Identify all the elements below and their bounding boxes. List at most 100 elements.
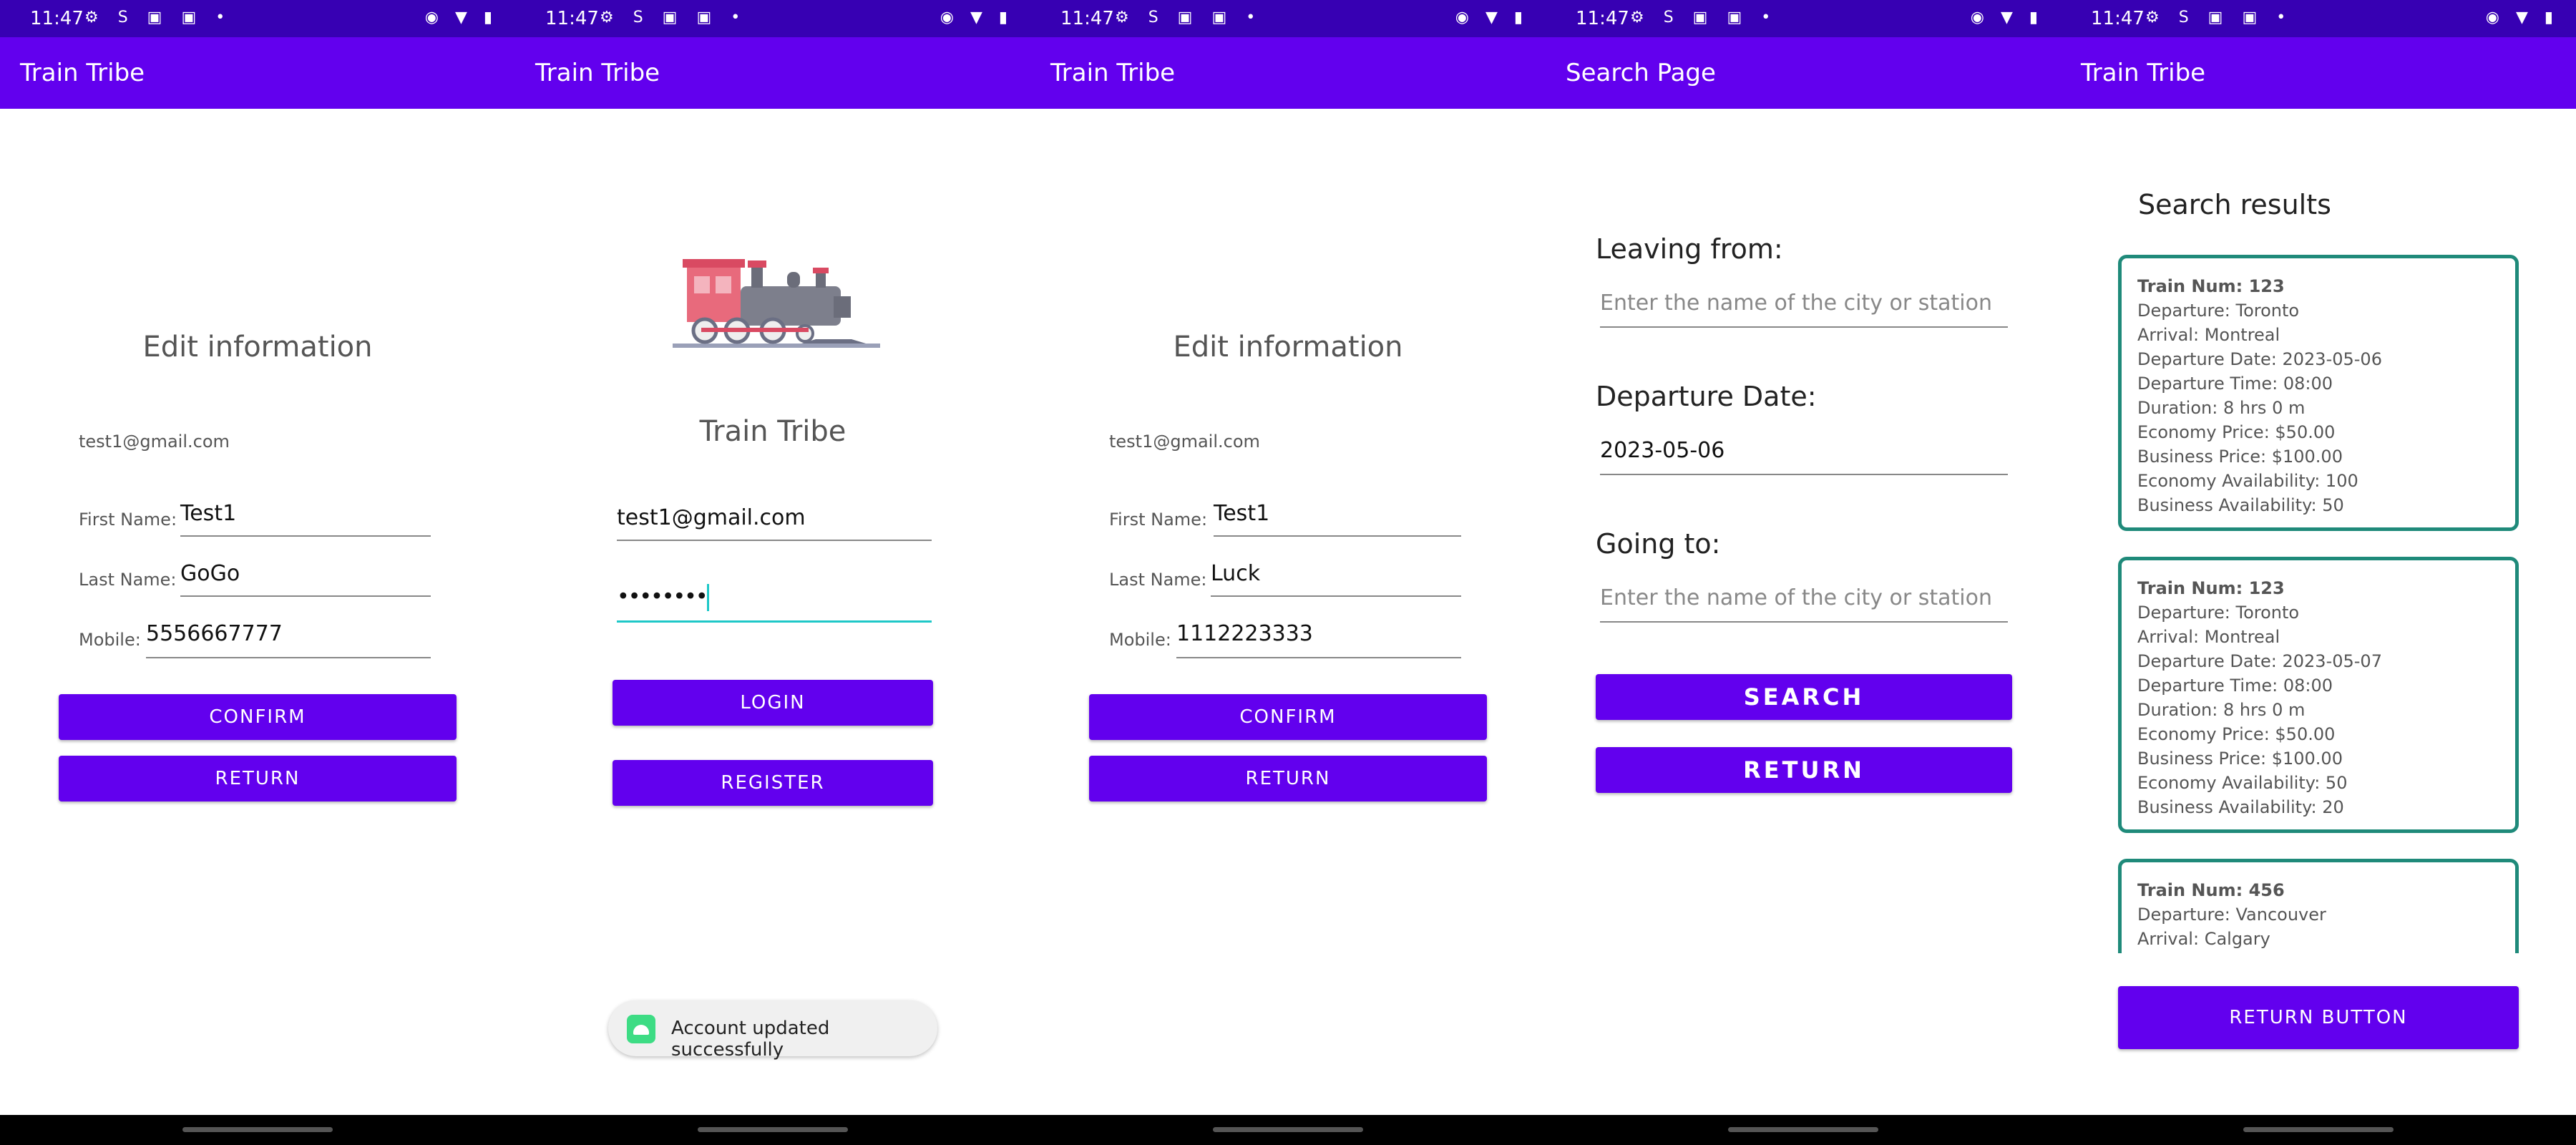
- result-line: Economy Availability: 100: [2137, 471, 2358, 491]
- system-icons: ◉ ▼ ▮: [2485, 9, 2559, 26]
- mobile-label: Mobile:: [79, 630, 141, 650]
- result-line: Business Price: $100.00: [2137, 447, 2343, 467]
- home-gesture-handle[interactable]: [2243, 1127, 2394, 1132]
- notification-icons: ⚙ S ▣ ▣ •: [600, 9, 748, 26]
- page-title: Edit information: [142, 331, 373, 364]
- home-gesture-handle[interactable]: [698, 1127, 848, 1132]
- first-name-label: First Name:: [79, 510, 177, 530]
- result-line: Departure Date: 2023-05-07: [2137, 651, 2382, 671]
- train-number: Train Num: 456: [2137, 880, 2285, 900]
- going-to-label: Going to:: [1596, 528, 1721, 560]
- first-name-label: First Name:: [1109, 510, 1208, 530]
- app-bar: Search Page: [1546, 37, 2061, 109]
- notification-icons: ⚙ S ▣ ▣ •: [1115, 9, 1263, 26]
- screen-search-results: 11:47 ⚙ S ▣ ▣ • ◉ ▼ ▮ Train Tribe Search…: [2061, 0, 2576, 1145]
- last-name-field[interactable]: Luck: [1211, 561, 1461, 597]
- confirm-button[interactable]: CONFIRM: [59, 694, 457, 740]
- screen-edit-info-1: 11:47 ⚙ S ▣ ▣ • ◉ ▼ ▮ Train Tribe Edit i…: [0, 0, 515, 1145]
- result-line: Economy Price: $50.00: [2137, 422, 2336, 442]
- register-button[interactable]: REGISTER: [613, 760, 933, 806]
- page-title: Edit information: [1173, 331, 1403, 364]
- result-line: Arrival: Montreal: [2137, 627, 2280, 647]
- result-line: Business Availability: 50: [2137, 495, 2344, 515]
- status-bar: 11:47 ⚙ S ▣ ▣ • ◉ ▼ ▮: [515, 0, 1030, 37]
- result-line: Departure: Vancouver: [2137, 905, 2326, 925]
- result-card[interactable]: Train Num: 123 Departure: Toronto Arriva…: [2118, 255, 2519, 531]
- app-title: Train Tribe: [20, 59, 145, 87]
- app-title: Train Tribe: [535, 59, 660, 87]
- search-results-heading: Search results: [2138, 189, 2331, 220]
- result-line: Departure Time: 08:00: [2137, 374, 2333, 394]
- status-time: 11:47: [545, 8, 599, 29]
- departure-date-label: Departure Date:: [1596, 381, 1817, 412]
- mobile-field[interactable]: 5556667777: [146, 621, 431, 658]
- notification-icons: ⚙ S ▣ ▣ •: [84, 9, 233, 26]
- app-bar: Train Tribe: [1030, 37, 1546, 109]
- app-bar: Train Tribe: [2061, 37, 2576, 109]
- home-gesture-handle[interactable]: [1213, 1127, 1363, 1132]
- result-line: Arrival: Calgary: [2137, 929, 2270, 949]
- status-bar: 11:47 ⚙ S ▣ ▣ • ◉ ▼ ▮: [2061, 0, 2576, 37]
- email-text: test1@gmail.com: [79, 432, 230, 452]
- nav-bar: [1546, 1115, 2061, 1145]
- first-name-field[interactable]: Test1: [180, 501, 431, 537]
- app-title: Train Tribe: [2081, 59, 2206, 87]
- leaving-from-label: Leaving from:: [1596, 233, 1783, 265]
- system-icons: ◉ ▼ ▮: [1970, 9, 2044, 26]
- home-gesture-handle[interactable]: [182, 1127, 333, 1132]
- result-line: Economy Availability: 50: [2137, 773, 2348, 793]
- android-icon: [627, 1015, 655, 1043]
- result-line: Business Availability: 20: [2137, 797, 2344, 817]
- status-bar: 11:47 ⚙ S ▣ ▣ • ◉ ▼ ▮: [1546, 0, 2061, 37]
- result-line: Economy Price: $50.00: [2137, 724, 2336, 744]
- result-line: Departure Time: 08:00: [2137, 676, 2333, 696]
- screen-login: 11:47 ⚙ S ▣ ▣ • ◉ ▼ ▮ Train Tribe Train …: [515, 0, 1030, 1145]
- toast: Account updated successfully: [608, 1000, 937, 1061]
- nav-bar: [0, 1115, 515, 1145]
- screen-edit-info-2: 11:47 ⚙ S ▣ ▣ • ◉ ▼ ▮ Train Tribe Edit i…: [1030, 0, 1546, 1145]
- search-button[interactable]: SEARCH: [1596, 674, 2012, 720]
- results-list[interactable]: Train Num: 123 Departure: Toronto Arriva…: [2061, 243, 2576, 953]
- nav-bar: [515, 1115, 1030, 1145]
- train-number: Train Num: 123: [2137, 276, 2285, 296]
- last-name-label: Last Name:: [1109, 570, 1207, 590]
- confirm-button[interactable]: CONFIRM: [1089, 694, 1487, 740]
- status-time: 11:47: [1576, 8, 1629, 29]
- status-time: 11:47: [2091, 8, 2145, 29]
- password-field[interactable]: ••••••••: [617, 584, 932, 623]
- system-icons: ◉ ▼ ▮: [1455, 9, 1528, 26]
- first-name-field[interactable]: Test1: [1214, 501, 1461, 537]
- departure-date-input[interactable]: 2023-05-06: [1600, 438, 2008, 475]
- status-time: 11:47: [1060, 8, 1114, 29]
- mobile-field[interactable]: 1112223333: [1176, 621, 1461, 658]
- notification-icons: ⚙ S ▣ ▣ •: [1630, 9, 1778, 26]
- last-name-label: Last Name:: [79, 570, 177, 590]
- screen-search: 11:47 ⚙ S ▣ ▣ • ◉ ▼ ▮ Search Page Leavin…: [1546, 0, 2061, 1145]
- last-name-field[interactable]: GoGo: [180, 561, 431, 597]
- going-to-input[interactable]: Enter the name of the city or station: [1600, 585, 2008, 623]
- return-button[interactable]: RETURN: [1089, 756, 1487, 802]
- system-icons: ◉ ▼ ▮: [940, 9, 1013, 26]
- text-cursor: [706, 584, 709, 611]
- email-field[interactable]: test1@gmail.com: [617, 505, 932, 541]
- status-bar: 11:47 ⚙ S ▣ ▣ • ◉ ▼ ▮: [1030, 0, 1546, 37]
- result-card[interactable]: Train Num: 123 Departure: Toronto Arriva…: [2118, 557, 2519, 833]
- leaving-from-input[interactable]: Enter the name of the city or station: [1600, 291, 2008, 328]
- email-text: test1@gmail.com: [1109, 432, 1260, 452]
- return-button[interactable]: RETURN BUTTON: [2118, 986, 2519, 1049]
- logo-title: Train Tribe: [699, 415, 847, 448]
- nav-bar: [2061, 1115, 2576, 1145]
- system-icons: ◉ ▼ ▮: [424, 9, 498, 26]
- return-button[interactable]: RETURN: [1596, 747, 2012, 793]
- result-line: Duration: 8 hrs 0 m: [2137, 700, 2306, 720]
- result-line: Arrival: Montreal: [2137, 325, 2280, 345]
- result-card[interactable]: Train Num: 456 Departure: Vancouver Arri…: [2118, 859, 2519, 953]
- app-title: Search Page: [1566, 59, 1716, 87]
- result-line: Departure: Toronto: [2137, 603, 2300, 623]
- return-button[interactable]: RETURN: [59, 756, 457, 802]
- home-gesture-handle[interactable]: [1728, 1127, 1878, 1132]
- mobile-label: Mobile:: [1109, 630, 1171, 650]
- password-dots: ••••••••: [617, 584, 708, 610]
- status-bar: 11:47 ⚙ S ▣ ▣ • ◉ ▼ ▮: [0, 0, 515, 37]
- login-button[interactable]: LOGIN: [613, 680, 933, 726]
